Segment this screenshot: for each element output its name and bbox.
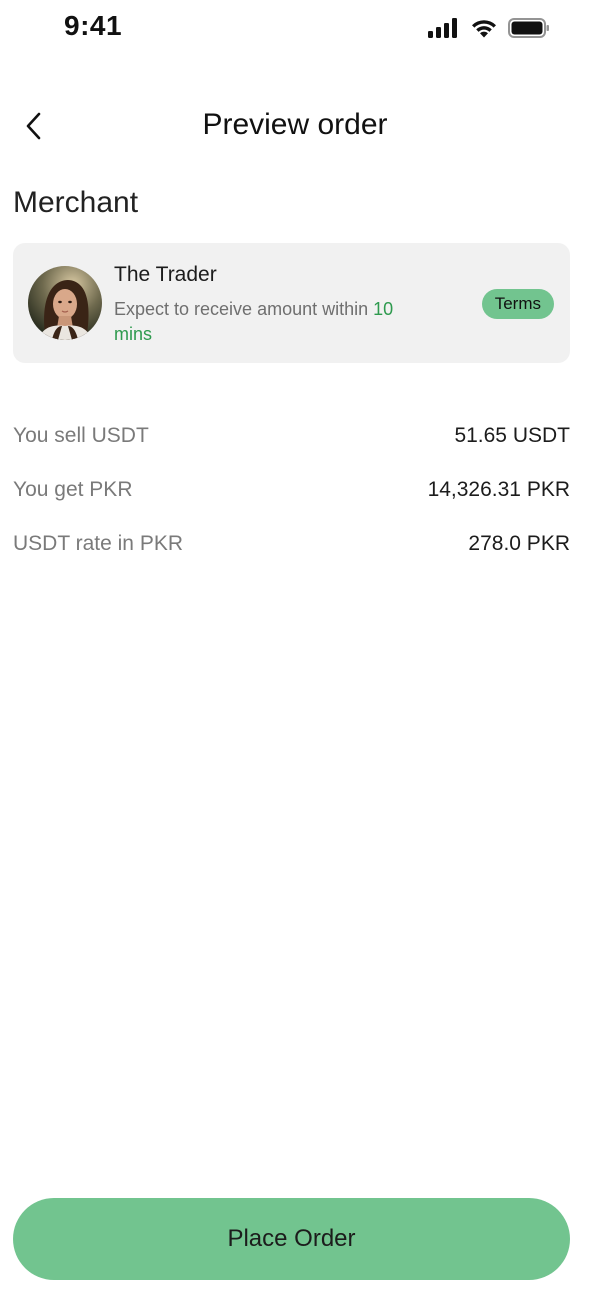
header: Preview order	[0, 98, 590, 154]
summary-label: You get PKR	[13, 478, 133, 501]
status-time: 9:41	[64, 10, 123, 41]
summary-label: You sell USDT	[13, 424, 149, 447]
status-icons	[428, 17, 550, 39]
summary-row-sell: You sell USDT 51.65 USDT	[13, 420, 570, 474]
merchant-name: The Trader	[114, 263, 217, 286]
summary-value: 278.0 PKR	[468, 532, 570, 555]
wifi-icon	[472, 20, 496, 38]
summary-row-get: You get PKR 14,326.31 PKR	[13, 474, 570, 528]
page-title: Preview order	[202, 108, 388, 141]
order-summary: You sell USDT 51.65 USDT You get PKR 14,…	[13, 420, 570, 582]
summary-value: 51.65 USDT	[454, 424, 570, 447]
summary-label: USDT rate in PKR	[13, 532, 183, 555]
preview-order-screen: 9:41 Preview order Merchant The Trader E…	[0, 0, 590, 1294]
signal-icon	[428, 18, 457, 38]
merchant-eta-prefix: Expect to receive amount within	[114, 299, 369, 319]
merchant-section-title: Merchant	[13, 186, 139, 219]
merchant-card[interactable]: The Trader Expect to receive amount with…	[13, 243, 570, 363]
merchant-eta-text: Expect to receive amount within 10 mins	[114, 297, 414, 347]
summary-value: 14,326.31 PKR	[427, 478, 570, 501]
place-order-button[interactable]: Place Order	[13, 1198, 570, 1280]
status-bar: 9:41	[0, 0, 590, 56]
avatar	[28, 266, 102, 340]
summary-row-rate: USDT rate in PKR 278.0 PKR	[13, 528, 570, 582]
terms-button[interactable]: Terms	[481, 289, 554, 319]
battery-icon	[508, 18, 549, 38]
